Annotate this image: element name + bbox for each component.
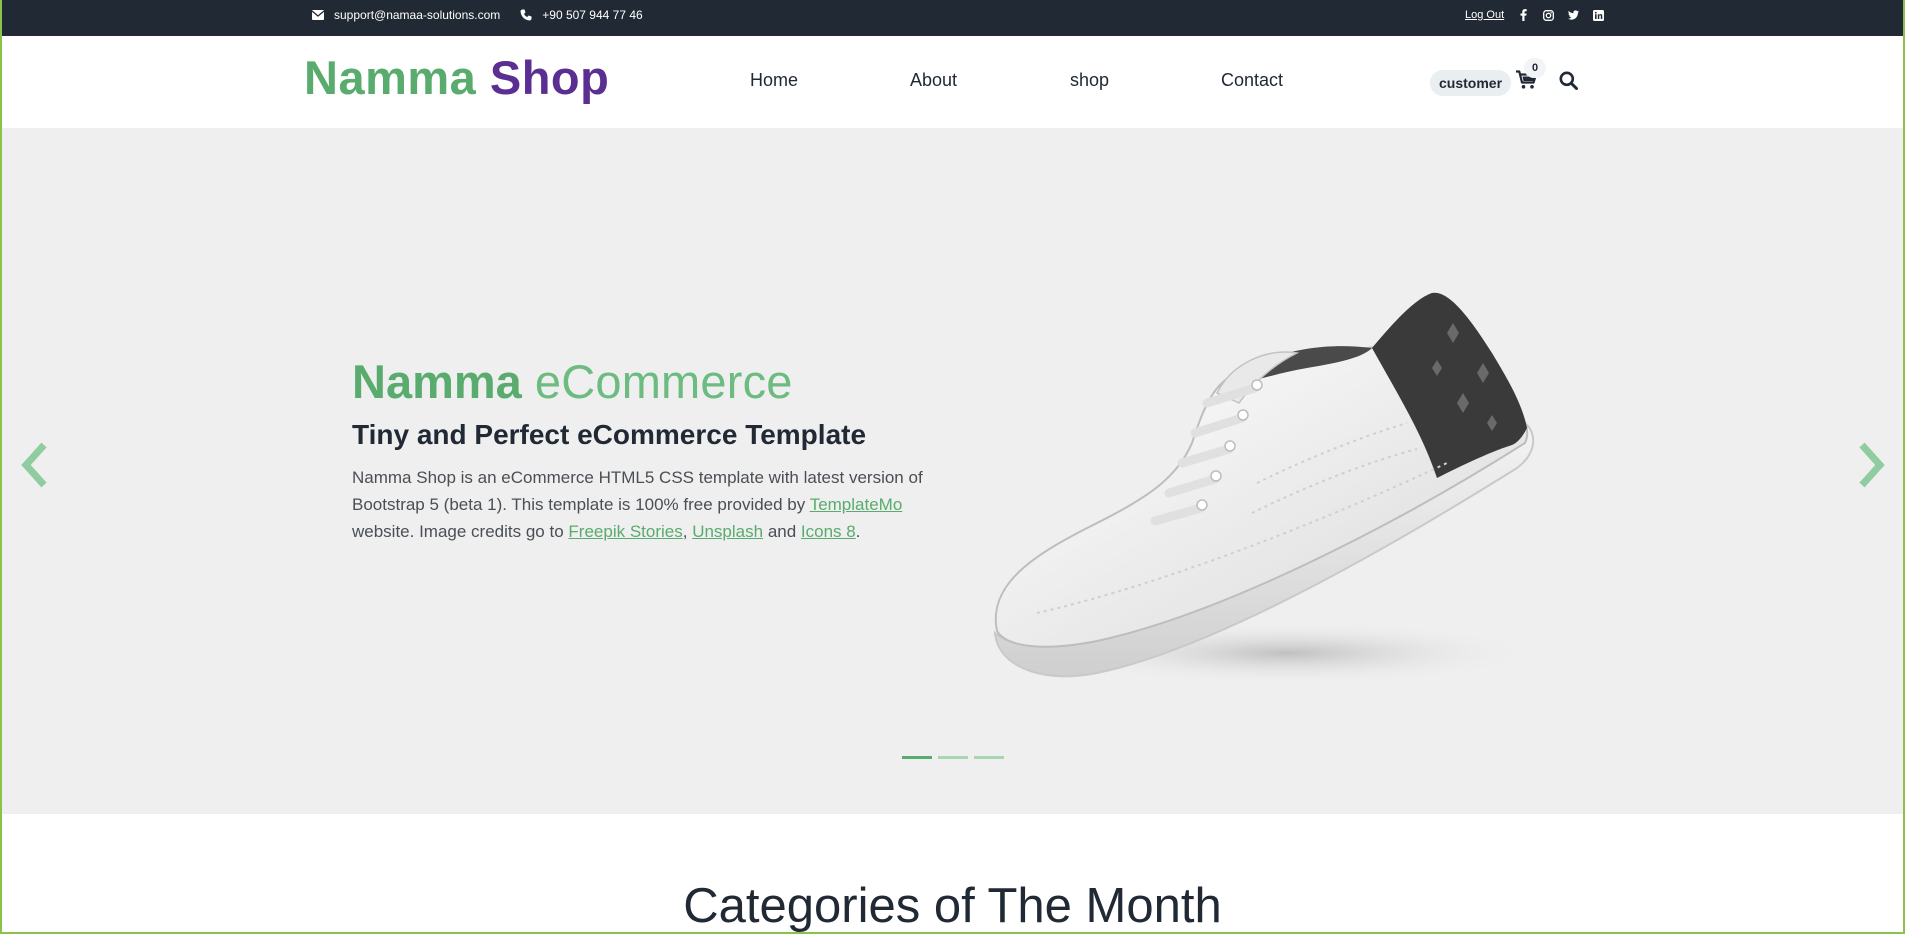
freepik-link[interactable]: Freepik Stories	[568, 522, 682, 541]
twitter-icon[interactable]	[1568, 10, 1580, 21]
email-text: support@namaa-solutions.com	[334, 8, 501, 22]
hero-title: Namma eCommerce	[352, 354, 793, 409]
sneaker-image	[977, 253, 1557, 703]
hero-comma: ,	[682, 522, 688, 541]
search-icon[interactable]	[1559, 71, 1579, 91]
top-bar: support@namaa-solutions.com +90 507 944 …	[2, 0, 1903, 36]
hero-title-strong: Namma	[352, 355, 522, 408]
hero-carousel: Namma eCommerce Tiny and Perfect eCommer…	[2, 128, 1903, 814]
contact-info: support@namaa-solutions.com +90 507 944 …	[312, 0, 655, 30]
carousel-indicator-2[interactable]	[938, 756, 968, 759]
hero-text-3: and	[767, 522, 797, 541]
hero-title-light: eCommerce	[534, 355, 793, 408]
hero-subtitle: Tiny and Perfect eCommerce Template	[352, 419, 867, 450]
phone-icon	[520, 9, 532, 21]
carousel-prev-icon[interactable]	[20, 442, 50, 488]
categories-heading: Categories of The Month	[683, 879, 1222, 933]
facebook-icon[interactable]	[1518, 9, 1529, 21]
email-link[interactable]: support@namaa-solutions.com	[312, 8, 500, 22]
hero-period: .	[855, 522, 861, 541]
phone-link[interactable]: +90 507 944 77 46	[520, 8, 643, 22]
carousel-next-icon[interactable]	[1856, 442, 1886, 488]
nav-home[interactable]: Home	[750, 70, 798, 91]
phone-text: +90 507 944 77 46	[542, 8, 643, 22]
nav-contact[interactable]: Contact	[1221, 70, 1283, 91]
carousel-indicator-1[interactable]	[902, 756, 932, 759]
hero-text-2: website. Image credits go to	[352, 522, 564, 541]
cart-count-badge: 0	[1524, 58, 1546, 78]
user-badge[interactable]: customer	[1430, 70, 1512, 96]
hero-description: Namma Shop is an eCommerce HTML5 CSS tem…	[352, 464, 937, 545]
brand-part-1: Namma	[304, 51, 477, 104]
main-header: Namma Shop Home About shop Contact custo…	[2, 36, 1903, 128]
logout-link[interactable]: Log Out	[1465, 9, 1504, 21]
nav-shop[interactable]: shop	[1070, 70, 1109, 91]
icons8-link[interactable]: Icons 8	[801, 522, 856, 541]
templatemo-link[interactable]: TemplateMo	[810, 495, 903, 514]
brand-part-2: Shop	[489, 51, 610, 104]
brand-logo[interactable]: Namma Shop	[304, 50, 609, 105]
envelope-icon	[312, 10, 324, 20]
unsplash-link[interactable]: Unsplash	[692, 522, 763, 541]
carousel-indicator-3[interactable]	[974, 756, 1004, 759]
instagram-icon[interactable]	[1543, 9, 1555, 21]
topbar-right: Log Out	[1465, 0, 1605, 30]
linkedin-icon[interactable]	[1593, 9, 1605, 21]
nav-about[interactable]: About	[910, 70, 957, 91]
carousel-indicators	[902, 756, 1004, 759]
